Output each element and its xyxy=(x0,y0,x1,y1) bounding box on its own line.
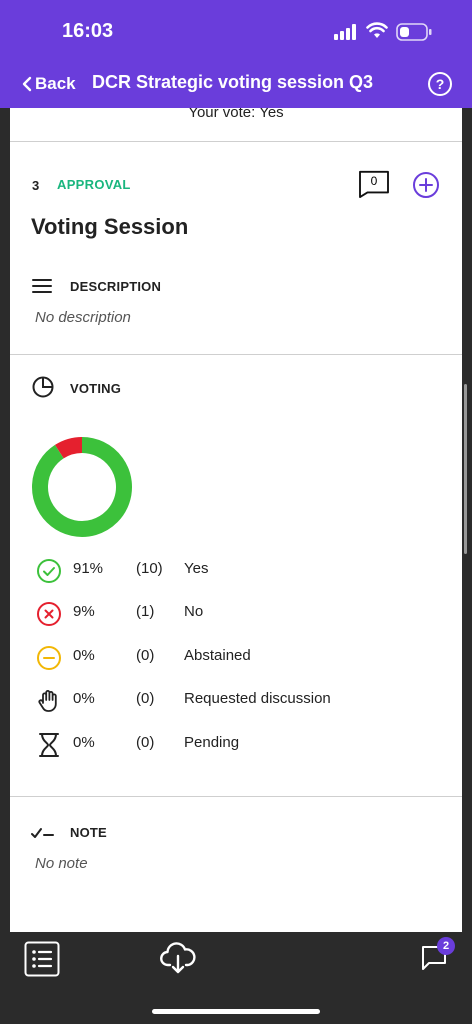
list-icon[interactable] xyxy=(24,941,60,977)
comment-count: 0 xyxy=(370,174,378,188)
description-text: No description xyxy=(35,309,131,326)
vote-percent: 9% xyxy=(73,603,95,620)
vote-count: (1) xyxy=(136,603,155,620)
signal-icon xyxy=(334,24,356,40)
divider xyxy=(10,354,462,355)
vote-count: (10) xyxy=(136,560,163,577)
vote-percent: 91% xyxy=(73,560,104,577)
vote-percent: 0% xyxy=(73,734,95,751)
back-label: Back xyxy=(35,74,76,93)
note-text: No note xyxy=(35,855,88,872)
vote-option-label: Requested discussion xyxy=(184,690,331,707)
voting-donut-chart xyxy=(32,437,132,537)
home-indicator[interactable] xyxy=(152,1009,320,1014)
agenda-content: Your vote: Yes 3 APPROVAL 0 Voting Sessi… xyxy=(10,108,462,932)
item-number: 3 xyxy=(32,178,40,193)
vote-count: (0) xyxy=(136,734,155,751)
chat-badge: 2 xyxy=(437,937,455,955)
vote-option-label: Abstained xyxy=(184,647,251,664)
vote-percent: 0% xyxy=(73,647,95,664)
item-title: Voting Session xyxy=(31,214,189,239)
hourglass-icon xyxy=(36,732,62,763)
chevron-left-icon xyxy=(22,76,32,92)
divider xyxy=(10,796,462,797)
help-button[interactable]: ? xyxy=(428,72,452,96)
menu-lines-icon xyxy=(32,279,52,293)
back-button[interactable]: Back xyxy=(22,74,76,94)
status-time: 16:03 xyxy=(62,20,114,42)
your-vote-text: Your vote: Yes xyxy=(188,108,284,121)
voting-heading: VOTING xyxy=(70,381,122,396)
vote-count: (0) xyxy=(136,647,155,664)
wifi-icon xyxy=(366,22,388,38)
pie-chart-icon xyxy=(32,376,54,398)
hand-icon xyxy=(36,688,62,719)
vote-option-label: No xyxy=(184,603,204,620)
battery-icon xyxy=(396,23,432,41)
page-title: DCR Strategic voting session Q3 xyxy=(92,72,374,92)
vote-option-label: Yes xyxy=(184,560,209,577)
donut-slice-yes xyxy=(32,437,132,537)
note-heading: NOTE xyxy=(70,825,107,840)
vote-option-label: Pending xyxy=(184,734,240,751)
vote-count: (0) xyxy=(136,690,155,707)
donut-slice-no xyxy=(54,437,83,459)
description-heading: DESCRIPTION xyxy=(70,279,162,294)
checkmark-note-icon xyxy=(31,828,54,838)
add-circle-icon[interactable] xyxy=(412,171,440,199)
minus-circle-icon xyxy=(36,645,62,676)
scrollbar[interactable] xyxy=(464,384,467,554)
cloud-download-icon[interactable] xyxy=(160,941,196,975)
nav-bar: Back DCR Strategic voting session Q3 ? xyxy=(0,62,472,108)
vote-percent: 0% xyxy=(73,690,95,707)
item-status-badge: APPROVAL xyxy=(57,177,131,192)
check-circle-icon xyxy=(36,558,62,589)
x-circle-icon xyxy=(36,601,62,632)
status-bar: 16:03 xyxy=(0,0,472,62)
divider xyxy=(10,141,462,142)
